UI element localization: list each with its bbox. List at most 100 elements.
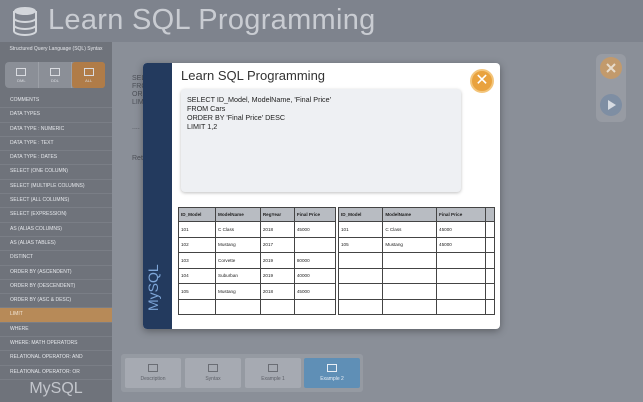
segment-ddl[interactable]: DDL [39, 62, 73, 88]
table-cell [337, 283, 384, 300]
table-cell [337, 252, 384, 269]
table-cell [382, 298, 438, 315]
menu-item[interactable]: WHERE: MATH OPERATORS [0, 337, 112, 352]
table-cell: 2017 [259, 236, 295, 253]
table-row [337, 283, 495, 300]
table-cell: 103 [178, 252, 216, 269]
table-row [337, 252, 495, 269]
table-cell [436, 283, 487, 300]
column-header: Final Price [436, 207, 487, 222]
tab-example-2[interactable]: Example 2 [304, 358, 360, 388]
sidebar-subtitle: Structured Query Language (SQL) Syntax [9, 46, 103, 52]
table-cell: Corvette [215, 252, 261, 269]
table-cell [382, 283, 438, 300]
table-cell: 2019 [259, 267, 295, 284]
table-row: 105 Mustang 45000 [337, 236, 495, 253]
menu-item[interactable]: ORDER BY (ASC & DESC) [0, 294, 112, 309]
table-cell [485, 298, 495, 315]
ddl-icon [50, 67, 60, 76]
sidebar: Structured Query Language (SQL) Syntax D… [0, 42, 112, 402]
column-header: ID_Model [337, 207, 384, 222]
menu-item[interactable]: ORDER BY (DESCENDENT) [0, 280, 112, 295]
menu-item[interactable]: DATA TYPE : DATES [0, 151, 112, 166]
right-control-panel [596, 54, 626, 122]
dialog-title: Learn SQL Programming [181, 68, 326, 83]
column-header [485, 207, 495, 222]
table-cell [337, 267, 384, 284]
table-cell: 45000 [436, 236, 487, 253]
menu-item[interactable]: DATA TYPE : TEXT [0, 137, 112, 152]
column-header: RegYear [259, 207, 295, 222]
menu-item[interactable]: DATA TYPES [0, 108, 112, 123]
dml-icon [16, 67, 27, 76]
menu-item[interactable]: SELECT (MULTIPLE COLUMNS) [0, 180, 112, 195]
table-cell: 40000 [293, 267, 337, 284]
table-cell [436, 252, 487, 269]
play-button[interactable] [600, 94, 622, 116]
table-row: 101 C Class 2018 45000 [178, 221, 337, 238]
table-cell: 102 [178, 236, 216, 253]
table-cell: 80000 [293, 252, 337, 269]
menu-item[interactable]: DISTINCT [0, 251, 112, 266]
menu-item[interactable]: ORDER BY (ASCENDENT) [0, 266, 112, 280]
menu-item[interactable]: RELATIONAL OPERATOR: AND [0, 351, 112, 366]
table-cell: 105 [337, 236, 384, 253]
code-line: ORDER BY 'Final Price' DESC [187, 113, 286, 122]
code-line: FROM Cars [187, 104, 226, 113]
menu-item[interactable]: DATA TYPE : NUMERIC [0, 123, 112, 137]
table-cell: 45000 [436, 221, 487, 238]
category-segmented-control: DML DDL ALL [5, 62, 106, 88]
column-header: ModelName [215, 207, 261, 222]
title-bar: Learn SQL Programming [0, 0, 643, 42]
column-header: ID_Model [178, 207, 216, 222]
segment-dml[interactable]: DML [5, 62, 39, 88]
table-cell: Mustang [215, 283, 261, 300]
menu-item[interactable]: SELECT (EXPRESSION) [0, 208, 112, 223]
code-line: LIMIT 1,2 [187, 122, 218, 131]
menu-item[interactable]: COMMENTS [0, 94, 112, 109]
table-cell [485, 252, 495, 269]
tab-syntax[interactable]: Syntax [185, 358, 241, 388]
table-cell [485, 221, 495, 238]
table-cell: 105 [178, 283, 216, 300]
table-cell: 45000 [293, 283, 337, 300]
table-header-row: ID_Model ModelName RegYear Final Price [178, 207, 337, 222]
example-icon [268, 364, 278, 372]
sidebar-brand: MySQL [29, 380, 83, 397]
table-cell: C Class [382, 221, 438, 238]
menu-item[interactable]: WHERE [0, 323, 112, 338]
menu-item[interactable]: LIMIT [0, 308, 112, 323]
segment-all[interactable]: ALL [72, 62, 106, 88]
menu-item[interactable]: RELATIONAL OPERATOR: OR [0, 366, 112, 380]
bg-code-fragment: .... [132, 124, 140, 131]
menu-item[interactable]: SELECT (ALL COLUMNS) [0, 194, 112, 209]
table-row: 101 C Class 45000 [337, 221, 495, 238]
table-row [337, 267, 495, 284]
menu-item[interactable]: AS (ALIAS COLUMNS) [0, 223, 112, 237]
table-cell: 2018 [259, 221, 295, 238]
table-cell: Mustang [382, 236, 438, 253]
dialog-side-brand: MySQL [145, 264, 161, 311]
table-cell [259, 298, 295, 315]
sql-code-box: SELECT ID_Model, ModelName, 'Final Price… [181, 89, 461, 192]
example-dialog: MySQL Learn SQL Programming ✕ SELECT ID_… [143, 63, 500, 329]
table-cell [215, 298, 261, 315]
table-cell: Mustang [215, 236, 261, 253]
topic-menu: COMMENTS DATA TYPES DATA TYPE : NUMERIC DAT… [0, 94, 112, 380]
all-icon [83, 67, 94, 76]
dialog-close-button[interactable]: ✕ [470, 69, 494, 93]
tab-example-1[interactable]: Example 1 [245, 358, 301, 388]
source-table: ID_Model ModelName RegYear Final Price 101 C … [178, 207, 337, 315]
table-row: 104 Suburban 2019 40000 [178, 267, 337, 284]
table-row: 102 Mustang 2017 [178, 236, 337, 253]
table-cell: C Class [215, 221, 261, 238]
menu-item[interactable]: AS (ALIAS TABLES) [0, 237, 112, 252]
tab-description[interactable]: Description [125, 358, 181, 388]
result-table: ID_Model ModelName Final Price 101 C Class 45… [337, 207, 495, 315]
menu-item[interactable]: SELECT (ONE COLUMN) [0, 165, 112, 180]
table-header-row: ID_Model ModelName Final Price [337, 207, 495, 222]
description-icon [148, 364, 158, 372]
bg-close-button[interactable] [600, 57, 622, 79]
table-cell [436, 298, 487, 315]
bottom-tab-bar: Description Syntax Example 1 Example 2 [121, 354, 363, 392]
